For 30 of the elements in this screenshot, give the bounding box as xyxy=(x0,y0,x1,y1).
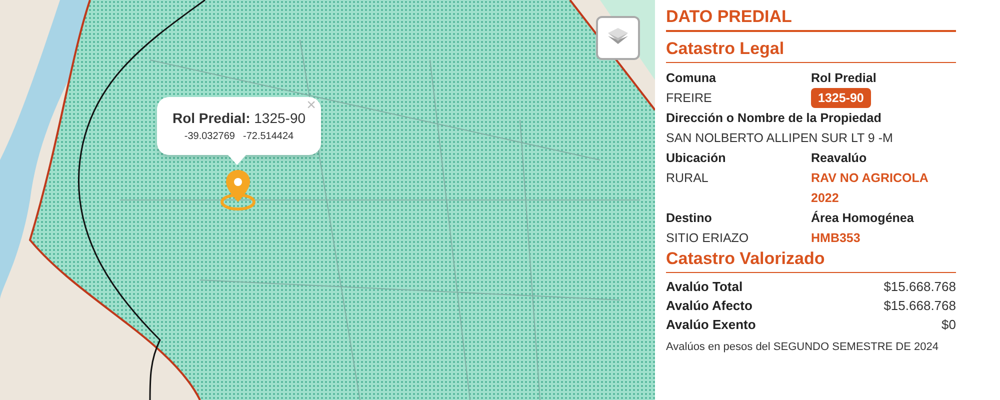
footnote-text: Avalúos en pesos del SEGUNDO SEMESTRE DE 2024 xyxy=(666,340,940,354)
field-value: HMB353 xyxy=(811,230,862,247)
panel-title: DATO PREDIAL xyxy=(666,6,793,28)
longitude-text: -72.514424 xyxy=(243,130,294,144)
field-label: Área Homogénea xyxy=(811,210,914,227)
layers-button[interactable] xyxy=(596,16,640,60)
row-value: $15.668.768 xyxy=(884,278,956,296)
field-label: Destino xyxy=(666,210,712,227)
row-value: $0 xyxy=(942,316,956,334)
field-label: Comuna xyxy=(666,70,716,87)
field-value: RAV NO AGRICOLA 2022 xyxy=(811,170,929,207)
latitude-text: -39.032769 xyxy=(184,130,235,144)
row-label: Avalúo Total xyxy=(666,278,743,296)
field-label: Dirección o Nombre de la Propiedad xyxy=(666,110,882,127)
field-value: FREIRE xyxy=(666,90,712,107)
row-value: $15.668.768 xyxy=(884,296,956,314)
value-badge: 1325-90 xyxy=(811,88,871,108)
section-heading: Catastro Legal xyxy=(666,38,786,60)
row-label: Avalúo Exento xyxy=(666,316,756,334)
field-value: RURAL xyxy=(666,170,708,187)
close-button[interactable]: × xyxy=(306,97,316,115)
location-pin-icon[interactable] xyxy=(226,170,250,202)
field-value: SITIO ERIAZO xyxy=(666,230,749,247)
field-label: Ubicación xyxy=(666,150,726,167)
row-label: Avalúo Afecto xyxy=(666,296,752,314)
section-heading: Catastro Valorizado xyxy=(666,248,826,270)
field-label: Rol Predial xyxy=(811,70,876,87)
field-value: SAN NOLBERTO ALLIPEN SUR LT 9 -M xyxy=(666,130,893,147)
field-label: Reavalúo xyxy=(811,150,867,167)
popup-title: Rol Predial: 1325-90 xyxy=(172,109,306,128)
